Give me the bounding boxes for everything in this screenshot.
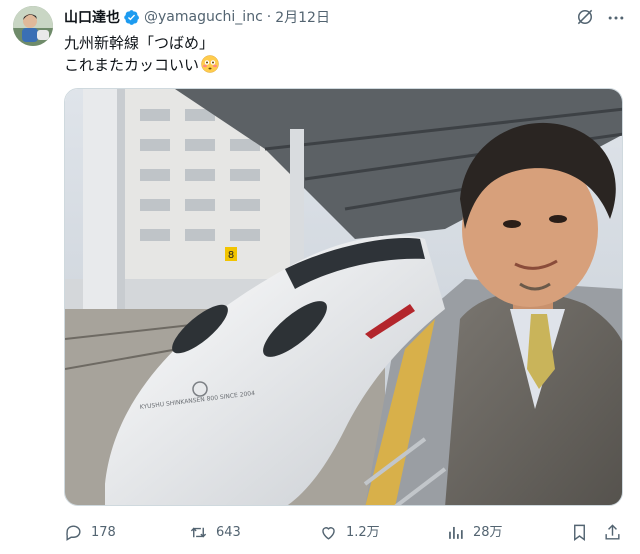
- tweet-photo[interactable]: 8 KYUSHU SHINKANSEN 800 SINCE 2004: [64, 88, 623, 506]
- more-options-icon[interactable]: [606, 8, 626, 28]
- bookmark-button[interactable]: [570, 520, 597, 544]
- flushed-face-emoji-icon: [201, 55, 219, 73]
- verified-badge-icon: [124, 9, 140, 25]
- share-button[interactable]: [603, 520, 630, 544]
- like-count: 1.2万: [346, 524, 380, 540]
- views-button[interactable]: 28万: [446, 520, 503, 544]
- tweet-text: 九州新幹線「つばめ」 これまたカッコいい: [64, 32, 219, 76]
- tweet-actions: 178 643 1.2万 28万: [64, 520, 624, 544]
- reply-icon: [66, 524, 81, 541]
- grok-icon[interactable]: [575, 7, 595, 27]
- avatar[interactable]: [13, 6, 53, 46]
- views-chart-icon: [449, 526, 463, 539]
- tweet-text-line-2: これまたカッコいい: [64, 54, 219, 76]
- tweet: 山口達也 @yamaguchi_inc · 2月12日 九州新幹線「つばめ」 こ…: [0, 0, 640, 554]
- car-number-sign: 8: [228, 250, 234, 261]
- author-name[interactable]: 山口達也: [64, 7, 120, 27]
- reply-button[interactable]: 178: [64, 520, 116, 544]
- tweet-text-line-1: 九州新幹線「つばめ」: [64, 34, 215, 52]
- reply-count: 178: [91, 524, 116, 540]
- repost-button[interactable]: 643: [189, 520, 241, 544]
- view-count: 28万: [473, 524, 503, 540]
- header-separator: ·: [266, 9, 272, 25]
- photo-shinkansen-selfie: 8 KYUSHU SHINKANSEN 800 SINCE 2004: [65, 89, 622, 505]
- repost-icon: [190, 527, 207, 537]
- heart-icon: [322, 526, 335, 540]
- share-icon: [605, 523, 620, 540]
- post-date[interactable]: 2月12日: [275, 7, 330, 27]
- tweet-text-line-2-text: これまたカッコいい: [64, 56, 200, 74]
- repost-count: 643: [216, 524, 241, 540]
- like-button[interactable]: 1.2万: [319, 520, 380, 544]
- author-handle[interactable]: @yamaguchi_inc: [144, 9, 263, 25]
- bookmark-icon: [574, 524, 585, 541]
- tweet-header: 山口達也 @yamaguchi_inc · 2月12日: [64, 7, 330, 27]
